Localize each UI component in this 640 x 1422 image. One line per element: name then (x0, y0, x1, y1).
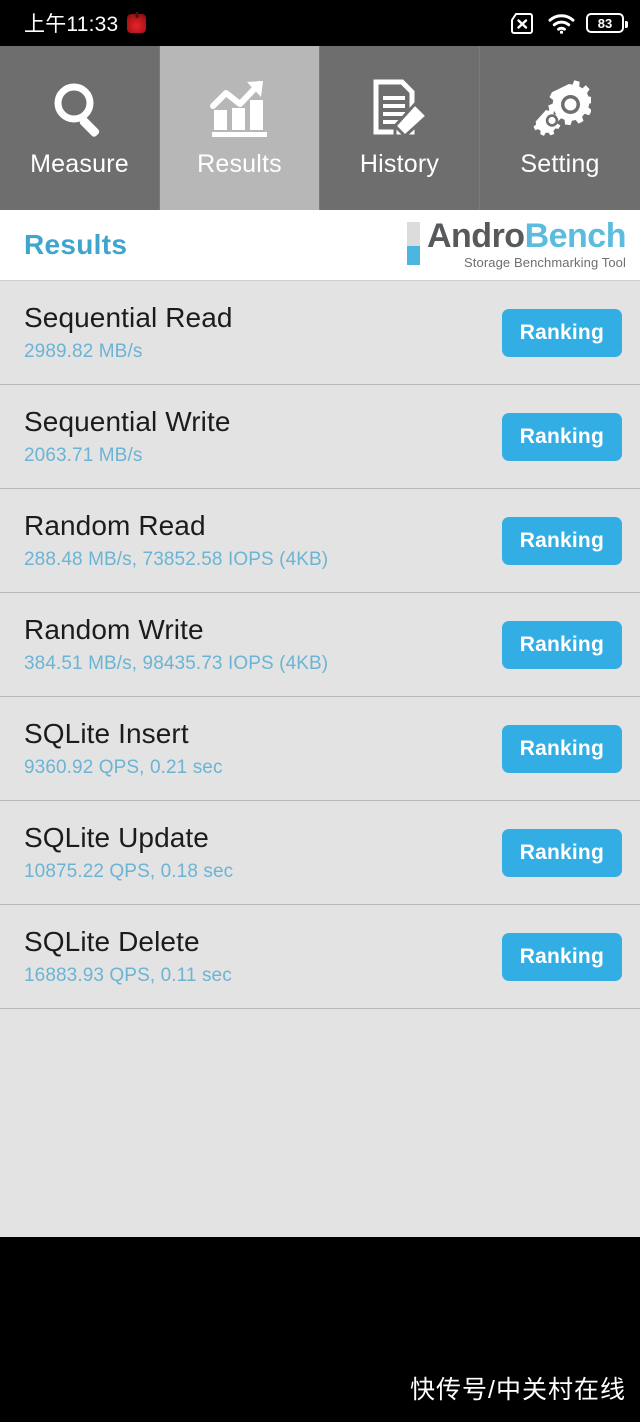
tab-results-label: Results (197, 150, 282, 178)
gears-icon (529, 70, 591, 148)
row-texts: Random Write 384.51 MB/s, 98435.73 IOPS … (24, 614, 328, 675)
table-row[interactable]: SQLite Insert 9360.92 QPS, 0.21 sec Rank… (0, 697, 640, 801)
list-empty-area (0, 1009, 640, 1238)
phone-screen: 上午11:33 83 Measure Results History Setti… (0, 0, 640, 1422)
result-value: 2063.71 MB/s (24, 445, 143, 466)
tab-setting-label: Setting (520, 150, 600, 178)
logo-subtitle: Storage Benchmarking Tool (464, 254, 626, 270)
result-name: Random Write (24, 614, 204, 645)
tab-measure-label: Measure (30, 150, 129, 178)
result-name: SQLite Delete (24, 926, 200, 957)
result-value: 2989.82 MB/s (24, 341, 143, 362)
battery-icon: 83 (586, 13, 628, 33)
ranking-button[interactable]: Ranking (501, 308, 622, 357)
logo-mark-icon (406, 222, 420, 266)
table-row[interactable]: SQLite Delete 16883.93 QPS, 0.11 sec Ran… (0, 905, 640, 1009)
ranking-button[interactable]: Ranking (501, 620, 622, 669)
logo-wordmark: AndroBench (426, 217, 627, 256)
magnifier-icon (49, 70, 111, 148)
table-row[interactable]: Random Read 288.48 MB/s, 73852.58 IOPS (… (0, 489, 640, 593)
logo-text: AndroBench Storage Benchmarking Tool (426, 217, 627, 270)
watermark-text: 快传号/中关村在线 (410, 1376, 626, 1404)
ranking-button[interactable]: Ranking (501, 828, 622, 877)
result-value: 10875.22 QPS, 0.18 sec (24, 861, 234, 882)
result-value: 384.51 MB/s, 98435.73 IOPS (4KB) (24, 653, 329, 674)
wifi-icon (548, 13, 575, 34)
row-texts: SQLite Insert 9360.92 QPS, 0.21 sec (24, 718, 223, 779)
result-name: SQLite Update (24, 822, 209, 853)
battery-level: 83 (597, 15, 613, 31)
tab-history[interactable]: History (320, 46, 480, 210)
androbench-logo: AndroBench Storage Benchmarking Tool (406, 217, 627, 270)
tab-history-label: History (359, 150, 440, 178)
ranking-button[interactable]: Ranking (501, 932, 622, 981)
logo-word-bench: Bench (524, 217, 627, 256)
status-bar-right: 83 (511, 12, 628, 34)
page-title: Results (24, 229, 128, 260)
ranking-button[interactable]: Ranking (501, 412, 622, 461)
document-pencil-icon (369, 70, 431, 148)
result-name: Sequential Write (24, 406, 231, 437)
row-texts: SQLite Update 10875.22 QPS, 0.18 sec (24, 822, 233, 883)
result-name: SQLite Insert (24, 718, 189, 749)
status-bar: 上午11:33 83 (0, 0, 640, 46)
tab-setting[interactable]: Setting (480, 46, 640, 210)
row-texts: Sequential Read 2989.82 MB/s (24, 302, 233, 363)
logo-word-andro: Andro (426, 217, 525, 256)
tab-results[interactable]: Results (160, 46, 320, 210)
result-value: 288.48 MB/s, 73852.58 IOPS (4KB) (24, 549, 329, 570)
alarm-app-icon (127, 13, 147, 33)
row-texts: SQLite Delete 16883.93 QPS, 0.11 sec (24, 926, 232, 987)
ranking-button[interactable]: Ranking (501, 516, 622, 565)
result-name: Random Read (24, 510, 206, 541)
result-value: 16883.93 QPS, 0.11 sec (24, 965, 232, 986)
row-texts: Sequential Write 2063.71 MB/s (24, 406, 231, 467)
status-time: 上午11:33 (24, 13, 119, 36)
tab-bar: Measure Results History Setting (0, 46, 640, 210)
sim-card-disabled-icon (511, 12, 537, 34)
table-row[interactable]: SQLite Update 10875.22 QPS, 0.18 sec Ran… (0, 801, 640, 905)
table-row[interactable]: Sequential Read 2989.82 MB/s Ranking (0, 281, 640, 385)
results-list: Sequential Read 2989.82 MB/s Ranking Seq… (0, 280, 640, 1238)
table-row[interactable]: Sequential Write 2063.71 MB/s Ranking (0, 385, 640, 489)
tab-measure[interactable]: Measure (0, 46, 160, 210)
result-name: Sequential Read (24, 302, 233, 333)
result-value: 9360.92 QPS, 0.21 sec (24, 757, 223, 778)
status-bar-left: 上午11:33 (24, 8, 147, 38)
ranking-button[interactable]: Ranking (501, 724, 622, 773)
page-header: Results AndroBench Storage Benchmarking … (0, 210, 640, 280)
bar-chart-arrow-icon (209, 70, 271, 148)
row-texts: Random Read 288.48 MB/s, 73852.58 IOPS (… (24, 510, 328, 571)
table-row[interactable]: Random Write 384.51 MB/s, 98435.73 IOPS … (0, 593, 640, 697)
bottom-bar: 快传号/中关村在线 (0, 1237, 640, 1422)
